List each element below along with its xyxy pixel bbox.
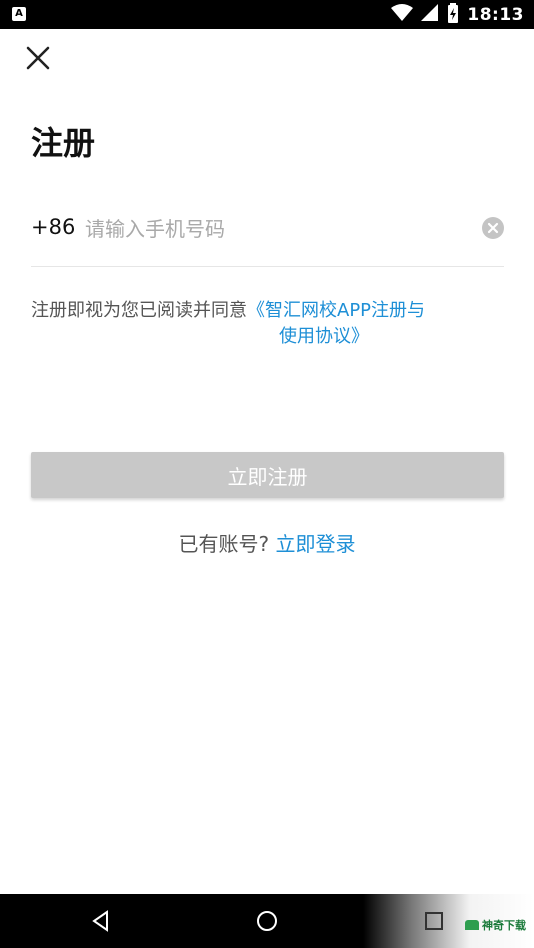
register-button[interactable]: 立即注册 xyxy=(31,452,504,498)
login-link[interactable]: 立即登录 xyxy=(275,532,355,556)
watermark-logo-icon xyxy=(465,920,479,930)
watermark-text: 神奇下载 xyxy=(482,919,526,932)
phone-row: +86 xyxy=(31,200,504,267)
status-bar: A 18:13 xyxy=(0,0,534,29)
phone-input[interactable] xyxy=(83,210,467,248)
clear-input-button[interactable] xyxy=(482,217,504,239)
signal-icon xyxy=(421,4,439,26)
status-time: 18:13 xyxy=(467,5,524,25)
login-prompt-text: 已有账号? xyxy=(178,532,270,556)
login-prompt: 已有账号? 立即登录 xyxy=(0,528,534,557)
app-notification-icon: A xyxy=(12,7,26,21)
country-code[interactable]: +86 xyxy=(31,215,75,239)
home-button[interactable] xyxy=(252,906,282,936)
navigation-bar: 神奇下载 xyxy=(0,894,534,948)
status-icons: 18:13 xyxy=(391,3,524,27)
recents-button[interactable] xyxy=(419,906,449,936)
battery-icon xyxy=(447,3,459,27)
back-icon xyxy=(92,910,108,932)
page-title: 注册 xyxy=(31,124,96,162)
close-button[interactable] xyxy=(20,40,56,76)
back-button[interactable] xyxy=(86,906,116,936)
agreement-link-continued[interactable]: 使用协议》 xyxy=(279,326,369,347)
agreement-prefix: 注册即视为您已阅读并同意 xyxy=(31,300,247,321)
clear-icon xyxy=(487,222,499,234)
watermark: 神奇下载 xyxy=(465,917,526,933)
home-icon xyxy=(257,911,277,931)
recents-icon xyxy=(425,912,443,930)
wifi-icon xyxy=(391,4,414,26)
close-icon xyxy=(26,46,50,70)
agreement-link[interactable]: 《智汇网校APP注册与 xyxy=(247,300,425,321)
agreement-text: 注册即视为您已阅读并同意《智汇网校APP注册与 使用协议》 xyxy=(31,298,491,350)
